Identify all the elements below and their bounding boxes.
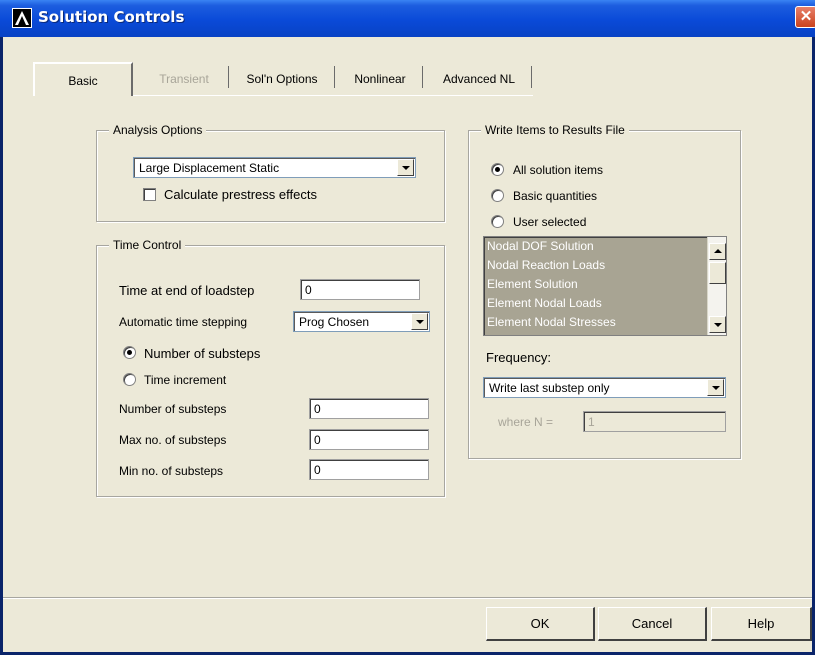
button-separator (3, 597, 812, 598)
num-substeps-label: Number of substeps (119, 402, 227, 416)
tab-transient: Transient (139, 62, 229, 94)
scroll-thumb[interactable] (709, 262, 726, 284)
auto-step-select[interactable]: Prog Chosen (293, 311, 430, 332)
tab-nonlinear[interactable]: Nonlinear (337, 62, 423, 94)
list-item[interactable]: Nodal DOF Solution (484, 237, 708, 256)
close-button[interactable]: ✕ (795, 6, 815, 28)
radio-all-solution-items[interactable] (491, 163, 504, 176)
list-item[interactable]: Element Nodal Stresses (484, 313, 708, 332)
frequency-select[interactable]: Write last substep only (483, 377, 726, 398)
min-substeps-input[interactable]: 0 (309, 459, 429, 480)
radio-number-of-substeps-label: Number of substeps (144, 346, 261, 361)
listbox-scrollbar[interactable] (707, 237, 726, 335)
chevron-down-icon[interactable] (397, 159, 414, 176)
radio-user-selected[interactable] (491, 215, 504, 228)
help-button[interactable]: Help (711, 607, 812, 641)
results-items-listbox[interactable]: Nodal DOF Solution Nodal Reaction Loads … (483, 236, 727, 336)
frequency-label: Frequency: (486, 350, 552, 365)
tab-advanced-nl[interactable]: Advanced NL (426, 62, 532, 94)
radio-time-increment[interactable] (123, 373, 136, 386)
radio-time-increment-label: Time increment (144, 373, 227, 387)
prestress-checkbox[interactable] (143, 188, 156, 201)
results-file-legend: Write Items to Results File (481, 123, 629, 137)
radio-all-solution-items-label: All solution items (513, 163, 604, 177)
end-time-input[interactable]: 0 (300, 279, 420, 300)
window-title: Solution Controls (38, 8, 185, 26)
analysis-type-select[interactable]: Large Displacement Static (133, 157, 416, 178)
ok-button[interactable]: OK (486, 607, 595, 641)
time-control-legend: Time Control (109, 238, 186, 252)
tab-divider (133, 95, 533, 96)
where-n-label: where N = (498, 415, 554, 429)
title-bar[interactable]: Solution Controls ✕ (0, 0, 815, 37)
min-substeps-label: Min no. of substeps (119, 464, 224, 478)
frequency-value: Write last substep only (489, 381, 610, 395)
list-item[interactable]: Nodal Reaction Loads (484, 256, 708, 275)
chevron-down-icon[interactable] (707, 379, 724, 396)
num-substeps-input[interactable]: 0 (309, 398, 429, 419)
radio-user-selected-label: User selected (513, 215, 587, 229)
list-item[interactable]: Element Nodal Loads (484, 294, 708, 313)
chevron-down-icon[interactable] (411, 313, 428, 330)
analysis-type-value: Large Displacement Static (139, 161, 280, 175)
radio-number-of-substeps[interactable] (123, 346, 136, 359)
radio-basic-quantities-label: Basic quantities (513, 189, 598, 203)
analysis-options-legend: Analysis Options (109, 123, 207, 137)
results-items-list: Nodal DOF Solution Nodal Reaction Loads … (484, 237, 708, 335)
auto-step-value: Prog Chosen (299, 315, 370, 329)
solution-controls-dialog: Solution Controls ✕ Basic Transient Sol'… (0, 0, 815, 655)
scroll-down-icon[interactable] (709, 316, 726, 333)
scroll-up-icon[interactable] (709, 243, 726, 260)
auto-step-label: Automatic time stepping (119, 315, 248, 329)
max-substeps-label: Max no. of substeps (119, 433, 227, 447)
where-n-input: 1 (583, 411, 726, 432)
cancel-button[interactable]: Cancel (598, 607, 707, 641)
tab-solution-options[interactable]: Sol'n Options (229, 62, 335, 94)
end-time-label: Time at end of loadstep (119, 283, 255, 298)
radio-basic-quantities[interactable] (491, 189, 504, 202)
prestress-label: Calculate prestress effects (164, 187, 317, 202)
max-substeps-input[interactable]: 0 (309, 429, 429, 450)
ansys-logo-icon (12, 8, 32, 28)
tab-basic[interactable]: Basic (33, 62, 133, 96)
list-item[interactable]: Element Solution (484, 275, 708, 294)
